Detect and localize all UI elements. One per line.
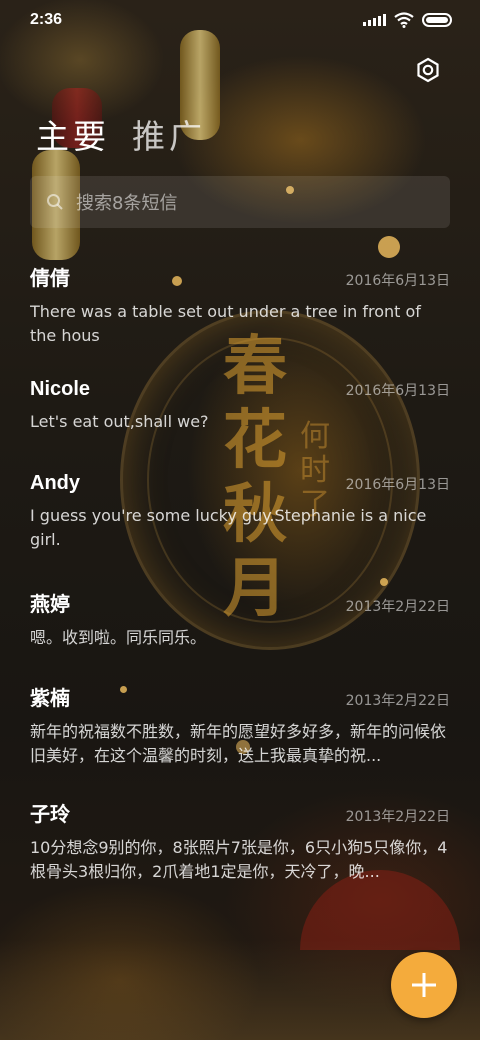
message-date: 2016年6月13日 [345, 477, 450, 493]
sender-name: 倩倩 [30, 268, 70, 290]
search-icon [47, 194, 63, 210]
search-placeholder: 搜索8条短信 [76, 193, 178, 214]
status-icons [363, 12, 452, 28]
message-item[interactable]: Nicole 2016年6月13日 Let's eat out,shall we… [30, 378, 450, 472]
sender-name: 燕婷 [30, 594, 70, 616]
message-preview: 10分想念9别的你，8张照片7张是你，6只小狗5只像你，4根骨头3根归你，2爪着… [30, 838, 448, 881]
message-date: 2013年2月22日 [345, 809, 450, 825]
message-preview: There was a table set out under a tree i… [30, 302, 421, 345]
message-date: 2013年2月22日 [345, 693, 450, 709]
message-date: 2013年2月22日 [345, 599, 450, 615]
tab-bar: 主要 推广 [36, 110, 206, 158]
message-preview: 嗯。收到啦。同乐同乐。 [30, 628, 207, 647]
message-date: 2016年6月13日 [345, 383, 450, 399]
battery-icon [422, 13, 452, 27]
message-item[interactable]: 燕婷 2013年2月22日 嗯。收到啦。同乐同乐。 [30, 588, 450, 682]
wifi-icon [394, 12, 414, 28]
light-spark [378, 236, 400, 258]
sender-name: 子玲 [30, 804, 70, 826]
message-list: 倩倩 2016年6月13日 There was a table set out … [30, 262, 450, 892]
search-bar[interactable]: 搜索8条短信 [30, 176, 450, 228]
message-item[interactable]: 紫楠 2013年2月22日 新年的祝福数不胜数，新年的愿望好多好多，新年的问候依… [30, 682, 450, 798]
status-bar: 2:36 [0, 0, 480, 40]
message-item[interactable]: Andy 2016年6月13日 I guess you're some luck… [30, 472, 450, 588]
tab-promotions[interactable]: 推广 [132, 110, 206, 158]
message-preview: Let's eat out,shall we? [30, 412, 209, 431]
gear-icon [417, 57, 439, 83]
new-message-button[interactable] [391, 952, 457, 1018]
sender-name: Andy [30, 472, 80, 494]
settings-button[interactable] [412, 54, 444, 86]
plus-icon [412, 973, 436, 997]
sender-name: 紫楠 [30, 688, 70, 710]
sender-name: Nicole [30, 378, 91, 400]
message-date: 2016年6月13日 [345, 273, 450, 289]
status-time: 2:36 [30, 11, 63, 28]
message-item[interactable]: 子玲 2013年2月22日 10分想念9别的你，8张照片7张是你，6只小狗5只像… [30, 798, 450, 892]
message-preview: 新年的祝福数不胜数，新年的愿望好多好多，新年的问候依旧美好，在这个温馨的时刻，送… [30, 722, 447, 765]
message-preview: I guess you're some lucky guy.Stephanie … [30, 506, 427, 549]
message-item[interactable]: 倩倩 2016年6月13日 There was a table set out … [30, 262, 450, 378]
signal-icon [363, 14, 386, 26]
tab-primary[interactable]: 主要 [36, 110, 110, 158]
